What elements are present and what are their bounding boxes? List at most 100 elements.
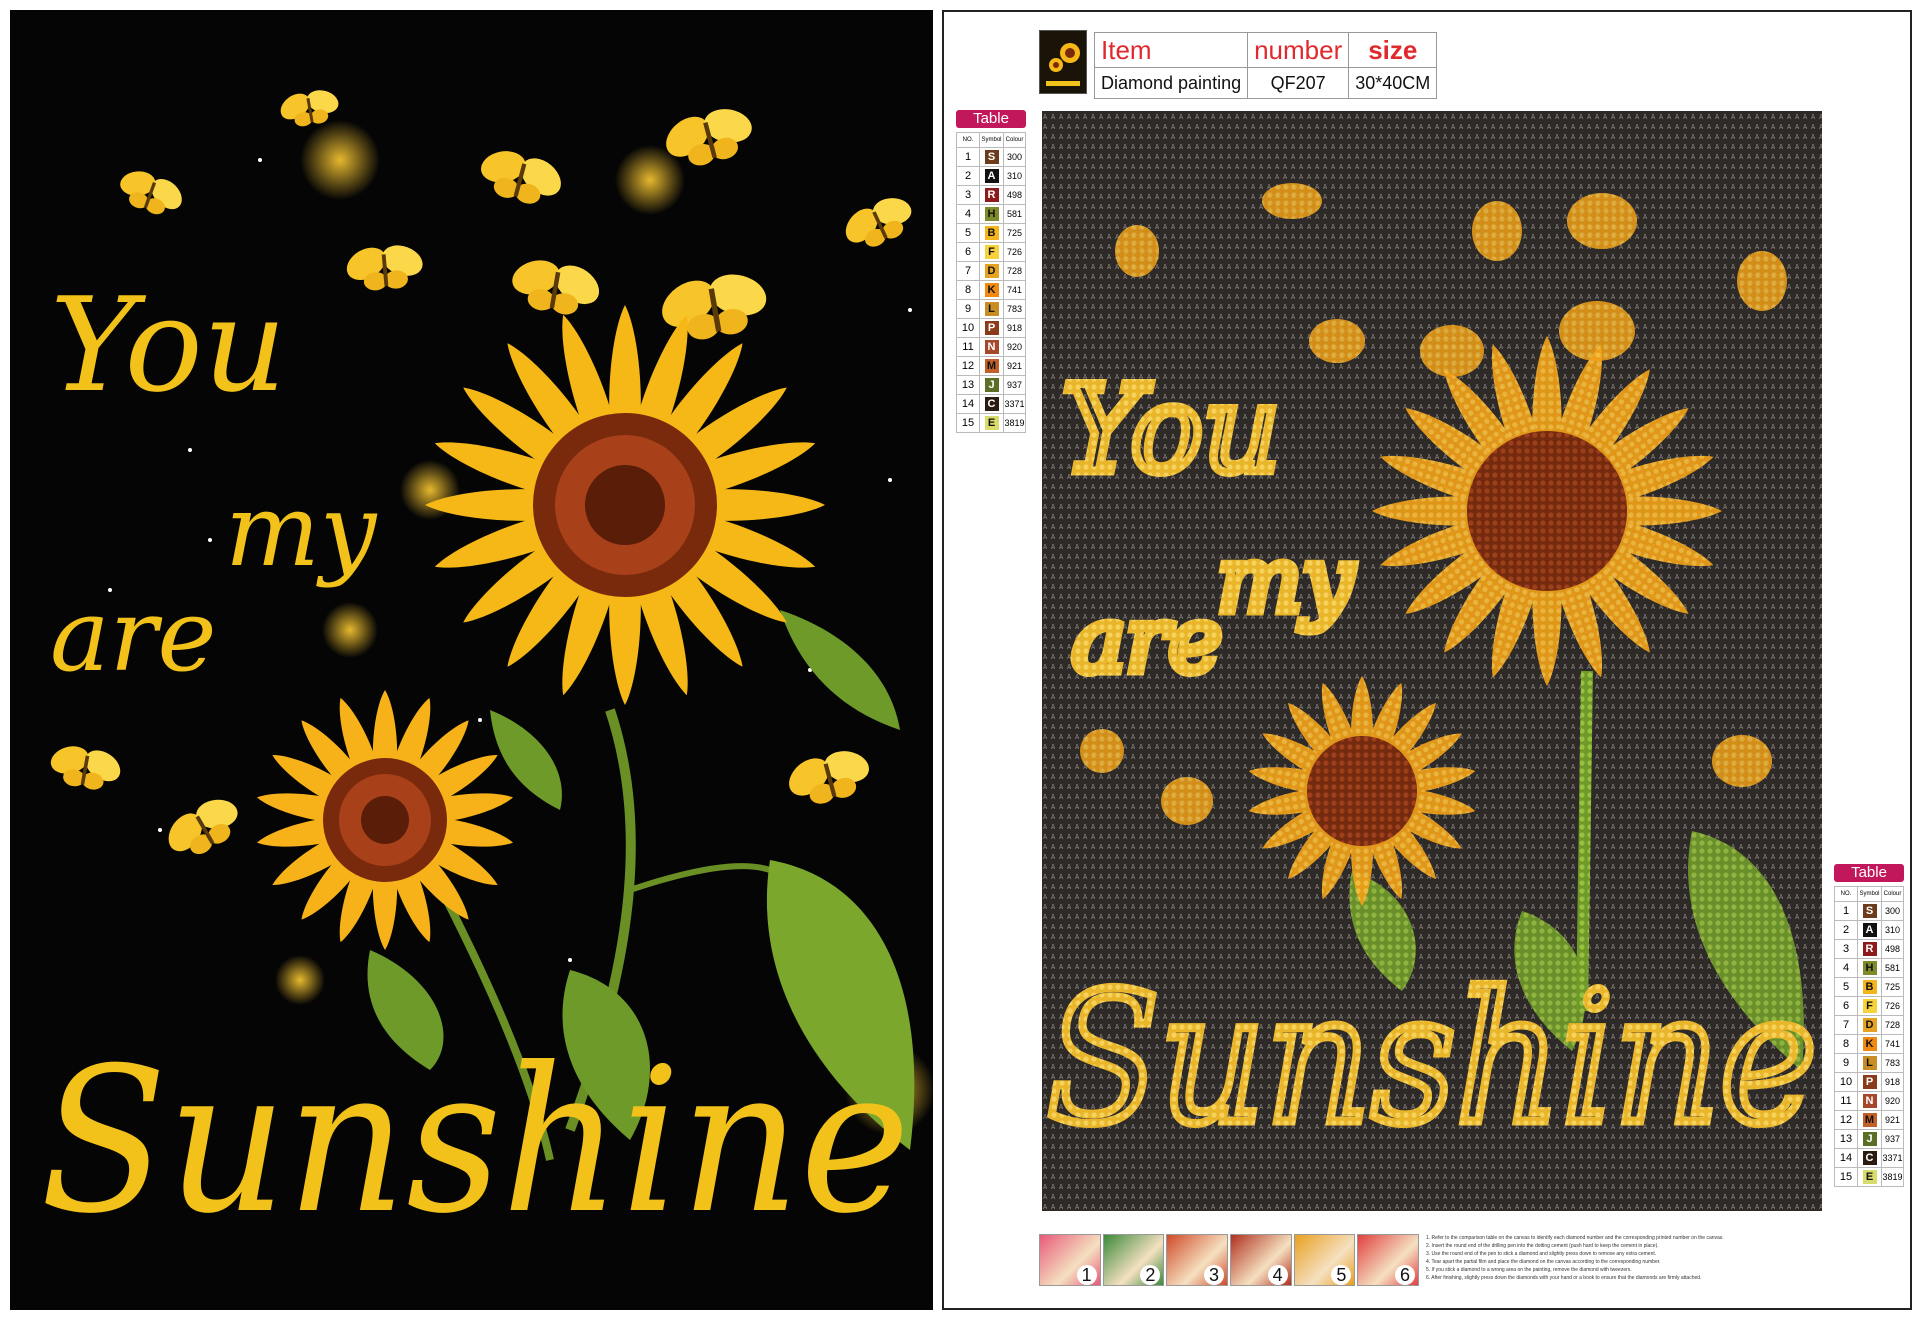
legend-row: 3 R 498 [956, 185, 1026, 205]
header-size: size [1348, 32, 1438, 68]
legend-symbol: A [978, 166, 1005, 186]
legend-colour-code: 920 [1003, 337, 1026, 357]
legend-row: 11 N 920 [1834, 1091, 1904, 1111]
legend-colour-code: 726 [1003, 242, 1026, 262]
legend-symbol: R [1856, 939, 1883, 959]
legend-colour-code: 728 [1881, 1015, 1904, 1035]
legend-colour-code: 725 [1881, 977, 1904, 997]
sunflower-large [425, 305, 825, 705]
legend-title: Table [1834, 864, 1904, 882]
step-number: 3 [1204, 1265, 1225, 1285]
value-size: 30*40CM [1348, 67, 1438, 99]
legend-colour-code: 300 [1881, 901, 1904, 921]
color-legend-left: Table NO. Symbol Colour 1 S 300 2 A 310 3 R 498 4 H 581… [956, 110, 1026, 433]
leaf [780, 610, 900, 730]
butterfly [339, 236, 430, 294]
legend-colour-code: 783 [1881, 1053, 1904, 1073]
instruction-line: 4. Tear apart the partial film and place… [1426, 1259, 1661, 1265]
legend-row: 7 D 728 [956, 261, 1026, 281]
legend-colour-code: 921 [1881, 1110, 1904, 1130]
legend-symbol: S [978, 147, 1005, 167]
legend-symbol: C [978, 394, 1005, 414]
pattern-line-my: my [1217, 528, 1354, 633]
legend-number: 8 [1834, 1034, 1858, 1054]
legend-row: 4 H 581 [956, 204, 1026, 224]
legend-colour-code: 310 [1881, 920, 1904, 940]
legend-row: 2 A 310 [956, 166, 1026, 186]
pattern-line-you: You [1062, 361, 1280, 500]
legend-number: 5 [956, 223, 980, 243]
glow [300, 120, 380, 200]
legend-colour-code: 921 [1003, 356, 1026, 376]
legend-number: 7 [1834, 1015, 1858, 1035]
legend-number: 13 [1834, 1129, 1858, 1149]
legend-row: 5 B 725 [956, 223, 1026, 243]
step-thumbnail: 4 [1230, 1234, 1292, 1286]
legend-row: 11 N 920 [956, 337, 1026, 357]
product-info-table: Item number size Diamond painting QF207 … [1093, 32, 1438, 99]
legend-column-header: Colour [1003, 132, 1026, 148]
legend-symbol: R [978, 185, 1005, 205]
legend-symbol: F [1856, 996, 1883, 1016]
color-legend-right: Table NO. Symbol Colour 1 S 300 2 A 310 3 R 498 4 H 581… [1834, 864, 1904, 1187]
legend-number: 4 [956, 204, 980, 224]
legend-colour-code: 498 [1003, 185, 1026, 205]
legend-colour-code: 937 [1003, 375, 1026, 395]
legend-symbol: M [1856, 1110, 1883, 1130]
legend-row: 12 M 921 [956, 356, 1026, 376]
header-number: number [1247, 32, 1350, 68]
legend-row: 6 F 726 [1834, 996, 1904, 1016]
legend-symbol: J [1856, 1129, 1883, 1149]
legend-colour-code: 581 [1003, 204, 1026, 224]
legend-colour-code: 3371 [1881, 1148, 1904, 1168]
legend-colour-code: 3819 [1881, 1167, 1904, 1187]
step-thumbnail: 3 [1166, 1234, 1229, 1286]
legend-row: 3 R 498 [1834, 939, 1904, 959]
legend-colour-code: 920 [1881, 1091, 1904, 1111]
legend-colour-code: 728 [1003, 261, 1026, 281]
legend-number: 1 [1834, 901, 1858, 921]
step-number: 5 [1331, 1265, 1352, 1285]
artwork-line-my: my [225, 472, 378, 589]
legend-row: 13 J 937 [956, 375, 1026, 395]
legend-column-header: Symbol [1856, 886, 1883, 902]
artwork-panel: You my are Sunshine [10, 10, 933, 1310]
legend-symbol: F [978, 242, 1005, 262]
legend-number: 11 [1834, 1091, 1858, 1111]
legend-symbol: L [1856, 1053, 1883, 1073]
legend-row: 10 P 918 [1834, 1072, 1904, 1092]
legend-number: 13 [956, 375, 980, 395]
step-number: 4 [1267, 1265, 1288, 1285]
instruction-line: 3. Use the round end of the pen to stick… [1426, 1251, 1657, 1257]
legend-symbol: H [978, 204, 1005, 224]
pattern-line-are: are [1072, 588, 1222, 693]
header-item: Item [1093, 32, 1249, 68]
sunflower-small [256, 690, 514, 950]
legend-column-header: Colour [1881, 886, 1904, 902]
legend-colour-code: 918 [1003, 318, 1026, 338]
step-number: 2 [1140, 1265, 1161, 1285]
legend-colour-code: 741 [1003, 280, 1026, 300]
legend-number: 1 [956, 147, 980, 167]
butterfly [110, 159, 193, 223]
legend-row: 4 H 581 [1834, 958, 1904, 978]
artwork-line-are: are [50, 577, 217, 694]
butterfly [42, 736, 129, 795]
step-thumbnail: 6 [1357, 1234, 1420, 1286]
instruction-line: 6. After finishing, slightly press down … [1426, 1275, 1702, 1281]
legend-row: 8 K 741 [1834, 1034, 1904, 1054]
legend-colour-code: 937 [1881, 1129, 1904, 1149]
butterfly [152, 782, 253, 869]
legend-symbol: P [978, 318, 1005, 338]
legend-column-header: NO. [1834, 886, 1858, 902]
legend-row: 9 L 783 [1834, 1053, 1904, 1073]
glow [275, 955, 325, 1005]
value-number: QF207 [1247, 67, 1350, 99]
legend-number: 12 [1834, 1110, 1858, 1130]
legend-row: 10 P 918 [956, 318, 1026, 338]
legend-symbol: S [1856, 901, 1883, 921]
diamond-pattern-canvas: A [1042, 111, 1822, 1211]
legend-number: 9 [956, 299, 980, 319]
legend-symbol: B [1856, 977, 1883, 997]
legend-row: 14 C 3371 [956, 394, 1026, 414]
